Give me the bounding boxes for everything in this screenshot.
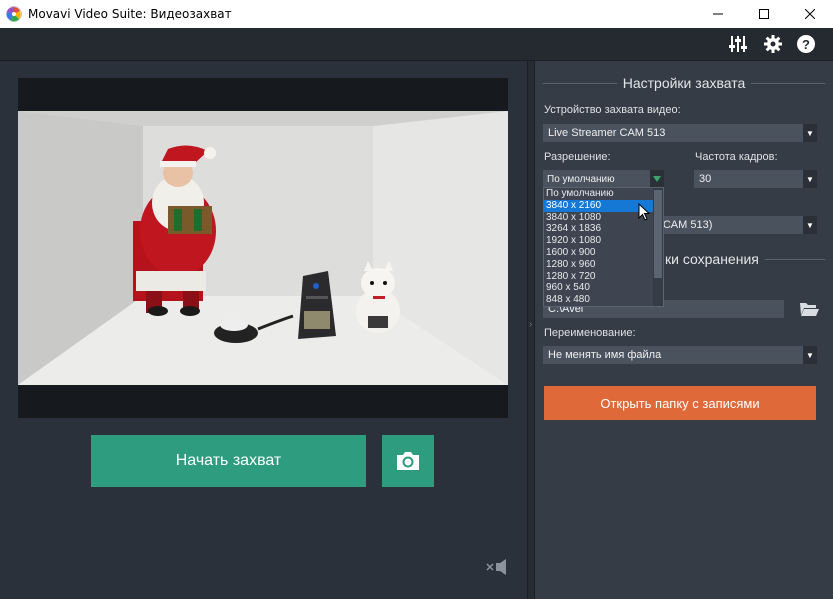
window-title: Movavi Video Suite: Видеозахват	[28, 7, 232, 21]
close-button[interactable]	[787, 0, 833, 28]
scrollbar-thumb[interactable]	[654, 190, 662, 278]
resolution-option[interactable]: 3264 x 1836	[544, 223, 663, 235]
pane-splitter[interactable]: ›	[527, 61, 535, 599]
app-window: Movavi Video Suite: Видеозахват ? Начать…	[0, 0, 833, 599]
resolution-option[interactable]: 1920 x 1080	[544, 235, 663, 247]
resolution-option[interactable]: 848 x 480	[544, 294, 663, 306]
movavi-logo-icon	[6, 6, 22, 22]
dropdown-arrow-icon: ▼	[803, 216, 817, 234]
framerate-select[interactable]: 30 ▼	[694, 170, 817, 188]
webcam-preview-image	[18, 111, 508, 385]
resolution-option[interactable]: По умолчанию	[544, 188, 663, 200]
mute-speaker-icon[interactable]	[486, 558, 508, 576]
resolution-option[interactable]: 1280 x 960	[544, 259, 663, 271]
chevron-right-icon: ›	[529, 319, 533, 330]
top-toolbar: ?	[0, 28, 833, 61]
video-preview	[18, 78, 508, 418]
maximize-button[interactable]	[741, 0, 787, 28]
capture-preview-pane: Начать захват	[0, 61, 527, 599]
framerate-label: Частота кадров:	[695, 151, 778, 163]
mouse-cursor-icon	[638, 203, 650, 221]
minimize-button[interactable]	[695, 0, 741, 28]
dropdown-scrollbar[interactable]	[653, 188, 663, 306]
resolution-select[interactable]: По умолчанию	[543, 170, 664, 188]
audio-device-select[interactable]: er CAM 513) ▼	[645, 216, 817, 234]
resolution-label: Разрешение:	[544, 151, 611, 163]
resolution-option[interactable]: 1280 x 720	[544, 271, 663, 283]
device-label: Устройство захвата видео:	[544, 104, 681, 116]
snapshot-button[interactable]	[382, 435, 434, 487]
close-icon	[805, 9, 815, 19]
rename-label: Переименование:	[544, 327, 636, 339]
capture-settings-header: Настройки захвата	[543, 73, 826, 93]
equalizer-icon	[729, 36, 747, 52]
resolution-option[interactable]: 960 x 540	[544, 282, 663, 294]
dropdown-arrow-icon: ▼	[803, 346, 817, 364]
maximize-icon	[759, 9, 769, 19]
title-bar: Movavi Video Suite: Видеозахват	[0, 0, 833, 28]
help-icon: ?	[797, 35, 815, 53]
gear-icon	[764, 35, 782, 53]
dropdown-arrow-icon	[650, 170, 664, 188]
save-settings-header: ки сохранения	[665, 249, 825, 269]
help-button[interactable]: ?	[795, 33, 817, 55]
open-recordings-folder-button[interactable]: Открыть папку с записями	[544, 386, 816, 420]
start-capture-button[interactable]: Начать захват	[91, 435, 366, 487]
dropdown-arrow-icon: ▼	[803, 124, 817, 142]
settings-pane: Настройки захвата Устройство захвата вид…	[535, 61, 833, 599]
resolution-option[interactable]: 1600 x 900	[544, 247, 663, 259]
rename-select[interactable]: Не менять имя файла ▼	[543, 346, 817, 364]
settings-button[interactable]	[762, 33, 784, 55]
equalizer-button[interactable]	[727, 33, 749, 55]
camera-icon	[397, 452, 419, 470]
folder-open-icon[interactable]	[799, 301, 819, 317]
dropdown-arrow-icon: ▼	[803, 170, 817, 188]
svg-text:?: ?	[802, 37, 810, 52]
device-select[interactable]: Live Streamer CAM 513 ▼	[543, 124, 817, 142]
minimize-icon	[713, 13, 723, 15]
